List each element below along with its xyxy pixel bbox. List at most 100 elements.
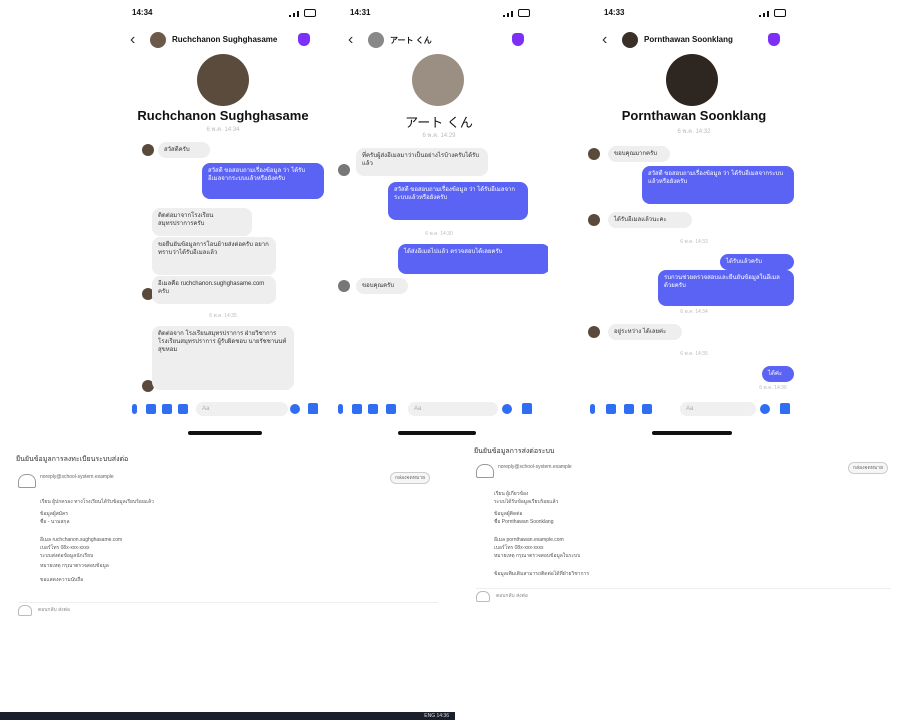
header-avatar[interactable]	[622, 32, 638, 48]
contact-name[interactable]: アート くん	[390, 35, 432, 46]
timestamp: 6 พ.ค. 14:35	[209, 313, 237, 319]
store-icon[interactable]	[642, 404, 652, 414]
sender-avatar-icon	[476, 464, 494, 478]
message-in[interactable]: อยู่ระหว่าง ได้เลยค่ะ	[608, 324, 682, 340]
contact-name[interactable]: Ruchchanon Sughghasame	[172, 35, 277, 44]
message-in[interactable]: ขอบคุณครับ	[356, 278, 408, 294]
emoji-icon[interactable]	[760, 404, 770, 414]
back-icon[interactable]: ‹	[130, 32, 135, 48]
mailbox-tag[interactable]: กล่องจดหมาย	[390, 472, 431, 484]
like-icon[interactable]	[308, 403, 318, 414]
profile-avatar[interactable]	[412, 54, 464, 106]
call-icon[interactable]	[298, 33, 310, 46]
status-bar: 14:34	[132, 8, 316, 20]
status-time: 14:33	[604, 8, 625, 17]
timestamp: 6 พ.ค. 14:30	[425, 231, 453, 237]
message-out[interactable]: รบกวนช่วยตรวจสอบและยืนยันข้อมูลในอีเมลด้…	[658, 270, 794, 306]
gallery-icon[interactable]	[162, 404, 172, 414]
camera-icon[interactable]	[352, 404, 362, 414]
system-tray[interactable]: ENG 14:36	[424, 713, 449, 719]
email-line: ระบบได้รับข้อมูลเรียบร้อยแล้ว	[494, 499, 559, 505]
email-line: อีเมล ruchchanon.sughghasame.com	[40, 537, 123, 543]
chat-header: ‹ Pornthawan Soonklang	[594, 30, 794, 54]
email-line: หมายเหตุ กรุณาตรวจสอบข้อมูล	[40, 563, 109, 569]
profile-name: Pornthawan Soonklang	[621, 108, 767, 123]
call-icon[interactable]	[512, 33, 524, 46]
message-input[interactable]: Aa	[408, 402, 498, 416]
camera-icon[interactable]	[606, 404, 616, 414]
store-icon[interactable]	[386, 404, 396, 414]
message-in[interactable]: ติดต่อมาจากโรงเรียนสมุทรปราการครับ	[152, 208, 252, 236]
message-in[interactable]: อีเมลคือ ruchchanon.sughghasame.com ครับ	[152, 276, 276, 304]
message-in[interactable]: ขอยืนยันข้อมูลการโอนย้ายส่งต่อครับ อยากท…	[152, 237, 276, 275]
mic-icon[interactable]	[132, 404, 137, 414]
message-out[interactable]: สวัสดี ขอสอบถามเรื่องข้อมูล ว่า ได้รับอี…	[388, 182, 528, 220]
mic-icon[interactable]	[590, 404, 595, 414]
reply-bar[interactable]: ตอบกลับ ส่งต่อ	[476, 588, 891, 602]
mailbox-tag[interactable]: กล่องจดหมาย	[848, 462, 889, 474]
store-icon[interactable]	[178, 404, 188, 414]
home-indicator[interactable]	[188, 431, 262, 435]
header-avatar[interactable]	[150, 32, 166, 48]
message-out[interactable]: ได้ส่งอีเมลไปแล้ว ตรวจสอบได้เลยครับ	[398, 244, 548, 274]
chat-screen-3: 14:33 ‹ Pornthawan Soonklang Pornthawan …	[584, 0, 804, 440]
message-composer: Aa	[112, 400, 334, 420]
email-line: ระบบส่งต่อข้อมูลนักเรียน	[40, 553, 94, 559]
message-in[interactable]: ได้รับอีเมลแล้วนะคะ	[608, 212, 692, 228]
header-avatar[interactable]	[368, 32, 384, 48]
message-in[interactable]: สวัสดีครับ	[158, 142, 210, 158]
email-line: เรียน ผู้เกี่ยวข้อง	[494, 491, 529, 497]
email-line: ข้อมูลผู้สมัคร	[40, 511, 69, 517]
gallery-icon[interactable]	[368, 404, 378, 414]
chat-header: ‹ アート くん	[340, 30, 538, 54]
message-out[interactable]: สวัสดี ขอสอบถามเรื่องข้อมูล ว่า ได้รับอี…	[202, 163, 324, 199]
message-input[interactable]: Aa	[196, 402, 288, 416]
profile-avatar[interactable]	[197, 54, 249, 106]
signal-battery-icon	[503, 9, 530, 17]
contact-name[interactable]: Pornthawan Soonklang	[644, 35, 733, 44]
email-line: ข้อมูลผู้ติดต่อ	[494, 511, 523, 517]
timestamp: 6 พ.ค. 14:36	[759, 385, 787, 391]
email-sender[interactable]: noreply@school-system.example	[498, 464, 572, 470]
home-indicator[interactable]	[652, 431, 732, 435]
camera-icon[interactable]	[146, 404, 156, 414]
message-out[interactable]: ได้รับแล้วครับ	[720, 254, 794, 270]
sender-avatar	[142, 144, 154, 156]
like-icon[interactable]	[522, 403, 532, 414]
status-bar: 14:31	[350, 8, 530, 20]
message-in[interactable]: ที่ครับผู้ส่งอีเมลมาว่าเป็นอย่างไรบ้างคร…	[356, 148, 488, 176]
like-icon[interactable]	[780, 403, 790, 414]
home-indicator[interactable]	[398, 431, 476, 435]
reply-label[interactable]: ตอบกลับ ส่งต่อ	[496, 592, 528, 600]
email-line: เบอร์โทร 08x-xxx-xxxx	[494, 545, 544, 551]
timestamp: 6 พ.ค. 14:33	[680, 239, 708, 245]
mic-icon[interactable]	[338, 404, 343, 414]
email-view-2: ยืนยันข้อมูลการส่งต่อระบบ noreply@school…	[458, 440, 899, 712]
message-input[interactable]: Aa	[680, 402, 756, 416]
signal-battery-icon	[759, 9, 786, 17]
email-sender[interactable]: noreply@school-system.example	[40, 474, 114, 480]
message-out[interactable]: ได้ค่ะ	[762, 366, 794, 382]
email-line: ข้อมูลเพิ่มเติมสามารถติดต่อได้ที่ฝ่ายวิช…	[494, 571, 590, 577]
email-line: ชื่อ - นามสกุล	[40, 519, 70, 525]
chat-meta: 6 พ.ค. 14:29	[422, 133, 456, 139]
message-out[interactable]: สวัสดี ขอสอบถามเรื่องข้อมูล ว่า ได้รับอี…	[642, 166, 794, 204]
reply-bar[interactable]: ตอบกลับ ส่งต่อ	[18, 602, 438, 616]
back-icon[interactable]: ‹	[348, 32, 353, 48]
email-subject: ยืนยันข้อมูลการลงทะเบียนระบบส่งต่อ	[16, 456, 129, 463]
taskbar: ENG 14:36	[0, 712, 455, 720]
chat-meta: 6 พ.ค. 14:34	[206, 127, 240, 133]
sender-avatar-icon	[18, 474, 36, 488]
gallery-icon[interactable]	[624, 404, 634, 414]
email-line: เรียน ผู้ปกครอง ทางโรงเรียนได้รับข้อมูลเ…	[40, 499, 154, 505]
call-icon[interactable]	[768, 33, 780, 46]
message-composer: Aa	[584, 400, 804, 420]
back-icon[interactable]: ‹	[602, 32, 607, 48]
message-in[interactable]: ติดต่อจาก โรงเรียนสมุทรปราการ ฝ่ายวิชากา…	[152, 326, 294, 390]
profile-avatar[interactable]	[666, 54, 718, 106]
message-in[interactable]: ขอบคุณมากครับ	[608, 146, 670, 162]
emoji-icon[interactable]	[290, 404, 300, 414]
emoji-icon[interactable]	[502, 404, 512, 414]
reply-label[interactable]: ตอบกลับ ส่งต่อ	[38, 606, 70, 614]
sender-avatar	[588, 148, 600, 160]
